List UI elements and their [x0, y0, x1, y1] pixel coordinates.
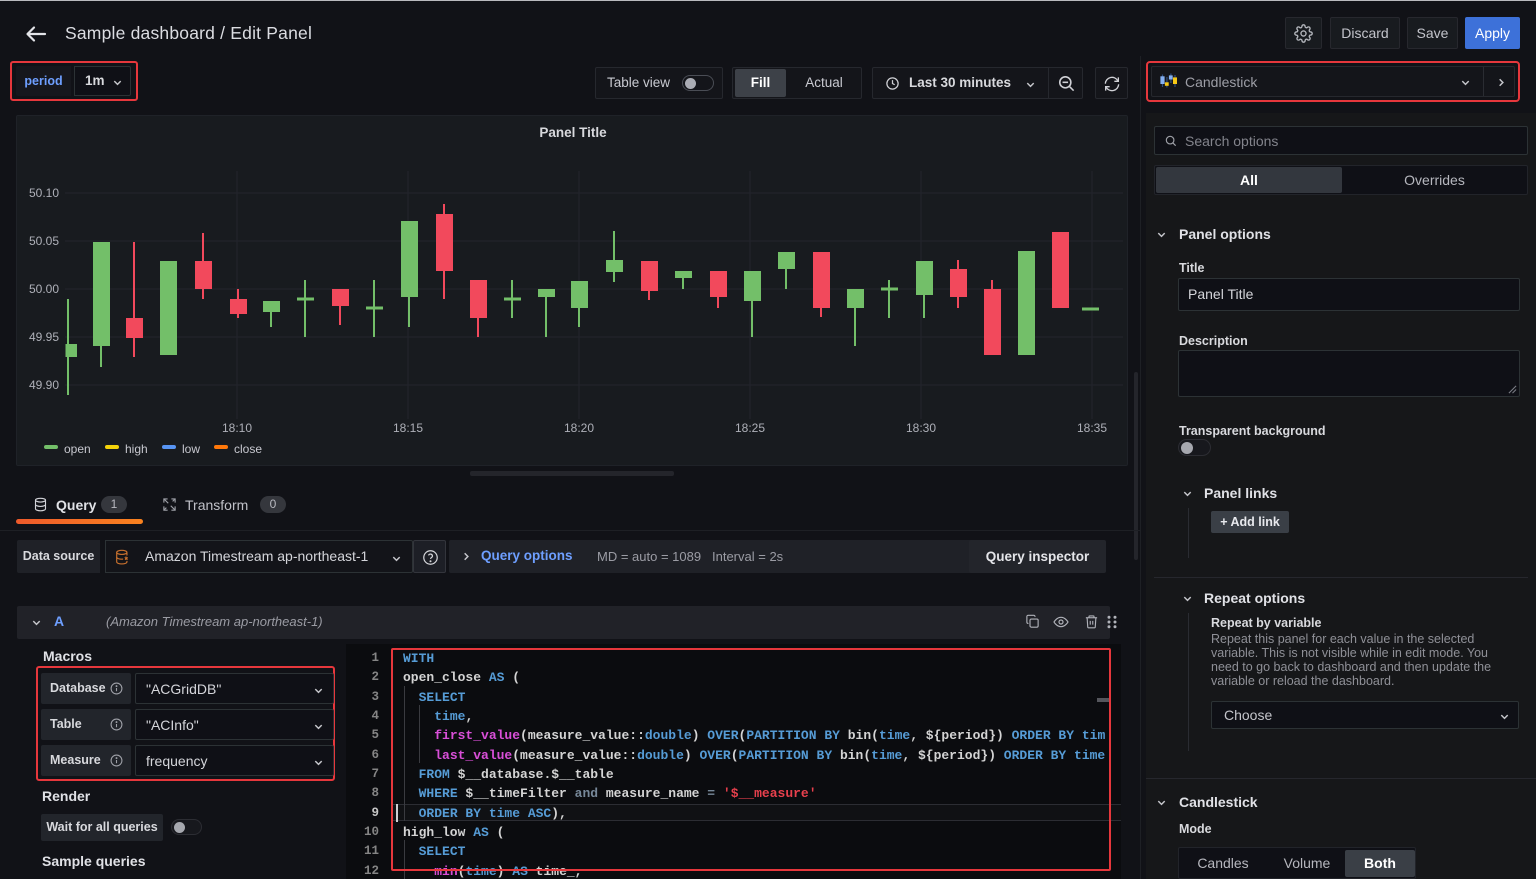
- svg-text:18:20: 18:20: [564, 421, 594, 435]
- svg-text:18:35: 18:35: [1077, 421, 1107, 435]
- svg-text:50.00: 50.00: [29, 282, 59, 296]
- svg-text:high: high: [125, 442, 148, 456]
- svg-text:50.05: 50.05: [29, 234, 59, 248]
- svg-text:49.95: 49.95: [29, 330, 59, 344]
- svg-text:18:25: 18:25: [735, 421, 765, 435]
- svg-text:50.10: 50.10: [29, 186, 59, 200]
- svg-text:18:30: 18:30: [906, 421, 936, 435]
- svg-text:open: open: [64, 442, 91, 456]
- svg-text:low: low: [182, 442, 200, 456]
- svg-text:18:10: 18:10: [222, 421, 252, 435]
- svg-text:18:15: 18:15: [393, 421, 423, 435]
- svg-text:close: close: [234, 442, 262, 456]
- svg-text:49.90: 49.90: [29, 378, 59, 392]
